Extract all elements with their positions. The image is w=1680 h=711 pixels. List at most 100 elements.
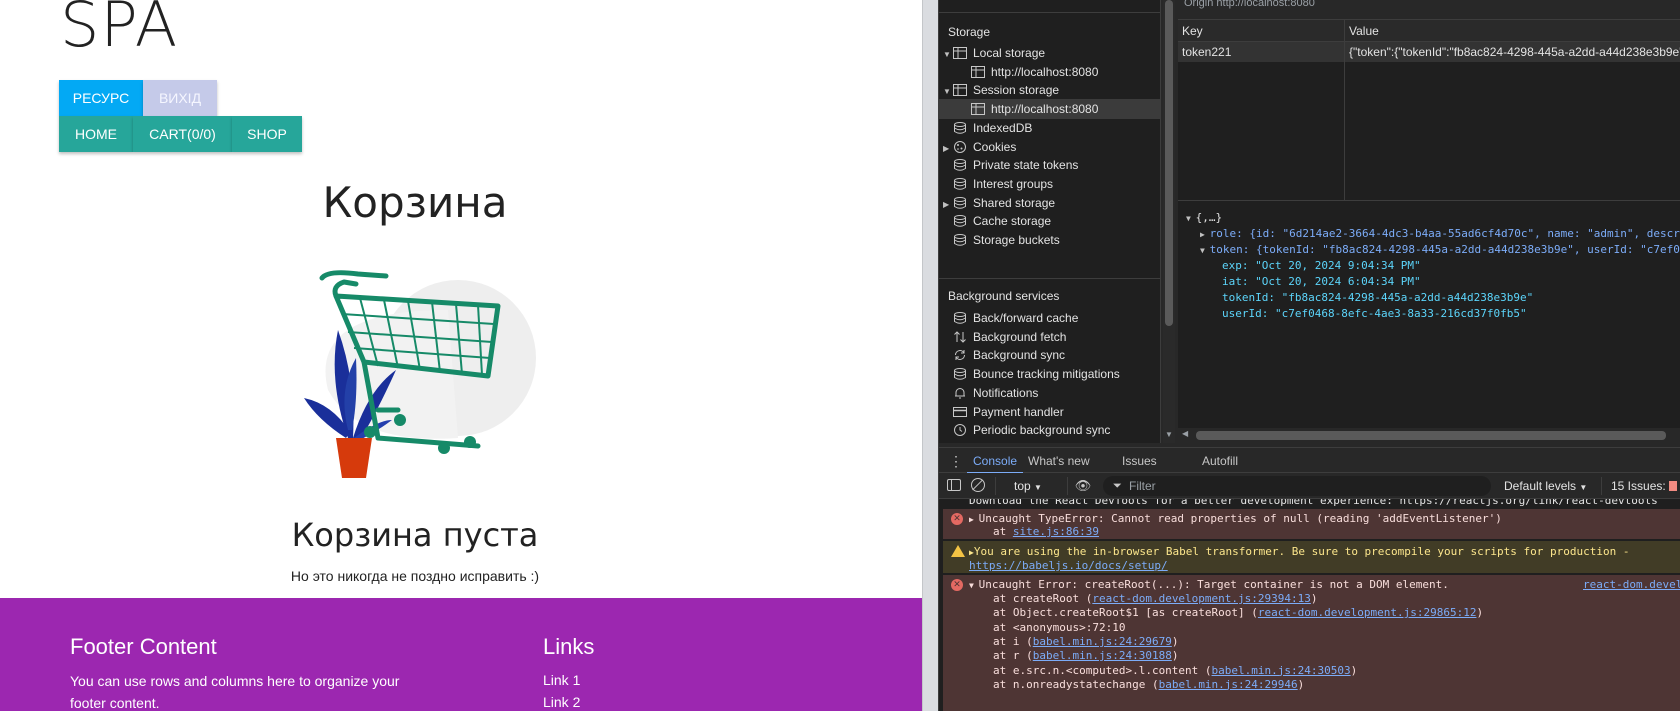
sidebar-scroll-thumb[interactable] xyxy=(1165,0,1173,326)
warning-link[interactable]: https://babeljs.io/docs/setup/ xyxy=(969,559,1168,572)
tree-item-notifications[interactable]: Notifications xyxy=(943,383,1038,403)
tree-item-cookies[interactable]: ▶ Cookies xyxy=(943,137,1016,157)
tree-item-label: http://localhost:8080 xyxy=(991,102,1099,117)
tree-item-background-fetch[interactable]: Background fetch xyxy=(943,327,1066,347)
log-levels-dropdown[interactable]: Default levels ▼ xyxy=(1504,473,1587,501)
preview-role-row[interactable]: ▶ role: {id: "6d214ae2-3664-4dc3-b4aa-55… xyxy=(1200,227,1680,240)
stack-frame-link[interactable]: react-dom.development.js:29394:13 xyxy=(1092,592,1311,605)
stack-frame-suffix: ) xyxy=(1476,606,1484,620)
tree-item-label: Shared storage xyxy=(973,195,1056,210)
stack-frame-link[interactable]: babel.min.js:24:30503 xyxy=(1212,664,1351,677)
warning-line: ▶You are using the in-browser Babel tran… xyxy=(969,545,1630,558)
tree-item-indexeddb[interactable]: IndexedDB xyxy=(943,118,1032,138)
tab-whats-new[interactable]: What's new xyxy=(1028,448,1090,474)
shop-nav-button[interactable]: SHOP xyxy=(232,116,302,152)
spa-page: SPA РЕСУРС ВИХІД HOME CART(0/0) SHOP Кор… xyxy=(0,0,922,711)
stack-frame-prefix: at createRoot ( xyxy=(993,592,1093,605)
preview-exp: exp: "Oct 20, 2024 9:04:34 PM" xyxy=(1222,259,1421,272)
error-1-source-link[interactable]: site.js:86:39 xyxy=(1013,525,1099,538)
devtools-resize-handle[interactable] xyxy=(922,0,939,711)
stack-frame-prefix: at e.src.n.<computed>.l.content ( xyxy=(993,663,1212,677)
row-value-cell[interactable]: {"token":{"tokenId":"fb8ac824-4298-445a-… xyxy=(1345,42,1680,62)
footer-link-1[interactable]: Link 1 xyxy=(543,672,580,688)
tree-item-label: Back/forward cache xyxy=(973,311,1079,325)
tab-issues[interactable]: Issues xyxy=(1122,448,1157,474)
console-error-1[interactable]: ✕ ▶ Uncaught TypeError: Cannot read prop… xyxy=(943,509,1680,539)
clear-console-icon[interactable] xyxy=(971,478,985,492)
tab-autofill[interactable]: Autofill xyxy=(1202,448,1238,474)
preview-horizontal-scrollbar[interactable]: ◀ xyxy=(1178,428,1680,443)
arrows-updown-icon xyxy=(953,330,967,343)
tree-item-label: http://localhost:8080 xyxy=(991,64,1099,79)
empty-cart-subtitle: Но это никогда не поздно исправить :) xyxy=(290,568,540,584)
preview-userid: userId: "c7ef0468-8efc-4ae3-8a33-216cd37… xyxy=(1222,307,1527,320)
issues-counter-label: 15 Issues: xyxy=(1611,479,1666,493)
empty-cart-title: Корзина пуста xyxy=(291,516,539,554)
tree-item-shared-storage[interactable]: ▶ Shared storage xyxy=(943,193,1055,213)
scroll-left-icon[interactable]: ◀ xyxy=(1182,429,1188,438)
database-icon xyxy=(953,177,967,190)
stack-frame-prefix: at <anonymous>:72:10 xyxy=(993,620,1126,634)
stack-frame: at Object.createRoot$1 [as createRoot] (… xyxy=(993,606,1483,619)
tree-item-label: Cookies xyxy=(973,139,1017,154)
stack-frame-link[interactable]: react-dom.development.js:29865:12 xyxy=(1258,606,1477,619)
tree-item-back-forward-cache[interactable]: Back/forward cache xyxy=(943,308,1078,328)
tree-item-interest-groups[interactable]: Interest groups xyxy=(943,174,1053,194)
console-warning[interactable]: ▶You are using the in-browser Babel tran… xyxy=(943,541,1680,573)
tree-item-payment-handler[interactable]: Payment handler xyxy=(943,402,1064,422)
column-separator[interactable] xyxy=(1344,20,1345,200)
preview-token-row[interactable]: ▼ token: {tokenId: "fb8ac824-4298-445a-a… xyxy=(1200,243,1680,256)
expand-arrow-icon[interactable]: ▼ xyxy=(943,45,953,65)
console-error-2[interactable]: ✕ ▼ Uncaught Error: createRoot(...): Tar… xyxy=(943,575,1680,711)
preview-role-text: role: {id: "6d214ae2-3664-4dc3-b4aa-55ad… xyxy=(1209,227,1680,240)
tree-item-label: Storage buckets xyxy=(973,233,1060,247)
tree-item-http-localhost-8080[interactable]: http://localhost:8080 xyxy=(939,99,1160,120)
cart-nav-button[interactable]: CART(0/0) xyxy=(133,116,232,152)
footer-link-2[interactable]: Link 2 xyxy=(543,694,580,710)
stack-frame-link[interactable]: babel.min.js:24:29946 xyxy=(1159,678,1298,691)
stack-frame: at i (babel.min.js:24:29679) xyxy=(993,635,1178,648)
tree-item-bounce-tracking-mitigations[interactable]: Bounce tracking mitigations xyxy=(943,364,1120,384)
tree-item-storage-buckets[interactable]: Storage buckets xyxy=(943,230,1060,250)
drawer-menu-icon[interactable]: ⋮ xyxy=(949,448,963,474)
tree-item-private-state-tokens[interactable]: Private state tokens xyxy=(943,155,1078,175)
tab-console[interactable]: Console xyxy=(967,448,1024,474)
issues-error-icon xyxy=(1669,481,1678,491)
preview-root[interactable]: ▼ {,…} xyxy=(1186,211,1222,224)
context-select-label: top xyxy=(1014,479,1031,493)
tree-item-label: Local storage xyxy=(973,46,1046,60)
preview-tokenid: tokenId: "fb8ac824-4298-445a-a2dd-a44d23… xyxy=(1222,291,1534,304)
stack-frame-link[interactable]: babel.min.js:24:29679 xyxy=(1033,635,1172,648)
resource-button[interactable]: РЕСУРС xyxy=(59,80,143,116)
stack-frame-prefix: at Object.createRoot$1 [as createRoot] ( xyxy=(993,606,1258,620)
sidebar-toggle-icon[interactable] xyxy=(947,479,961,491)
tree-item-cache-storage[interactable]: Cache storage xyxy=(943,211,1051,231)
card-icon xyxy=(953,406,967,418)
value-column-header[interactable]: Value xyxy=(1345,20,1680,42)
scroll-down-icon[interactable]: ▼ xyxy=(1165,430,1173,439)
key-column-header[interactable]: Key xyxy=(1178,20,1344,42)
stack-frame-link[interactable]: babel.min.js:24:30188 xyxy=(1033,649,1172,662)
console-filter-input[interactable]: ⏷ Filter xyxy=(1103,476,1491,496)
home-nav-button[interactable]: HOME xyxy=(59,116,133,152)
live-expression-eye-icon[interactable]: 👁 xyxy=(1067,473,1099,499)
error-2-source-link[interactable]: react-dom.develo xyxy=(1583,578,1680,591)
console-message-info: Download the React DevTools for a better… xyxy=(943,499,1680,507)
log-levels-label: Default levels xyxy=(1504,479,1577,493)
tree-item-http-localhost-8080[interactable]: http://localhost:8080 xyxy=(961,62,1098,82)
sidebar-top-cutoff xyxy=(939,0,1160,13)
row-key-cell[interactable]: token221 xyxy=(1178,42,1344,62)
exit-button[interactable]: ВИХІД xyxy=(143,80,217,116)
preview-scroll-thumb[interactable] xyxy=(1196,431,1666,440)
storage-section-title: Storage xyxy=(948,25,991,39)
tree-item-label: Bounce tracking mitigations xyxy=(973,367,1120,382)
sidebar-scrollbar[interactable]: ▼ xyxy=(1163,0,1175,443)
tree-item-session-storage[interactable]: ▼ Session storage xyxy=(943,80,1059,100)
tree-item-background-sync[interactable]: Background sync xyxy=(943,345,1065,365)
tree-item-label: Background sync xyxy=(973,348,1066,363)
context-select[interactable]: top ▼ xyxy=(1014,473,1042,501)
filter-placeholder: Filter xyxy=(1129,479,1156,493)
tree-item-local-storage[interactable]: ▼ Local storage xyxy=(943,43,1045,63)
issues-counter[interactable]: 15 Issues: xyxy=(1611,473,1678,499)
tree-item-periodic-background-sync[interactable]: Periodic background sync xyxy=(943,420,1110,440)
